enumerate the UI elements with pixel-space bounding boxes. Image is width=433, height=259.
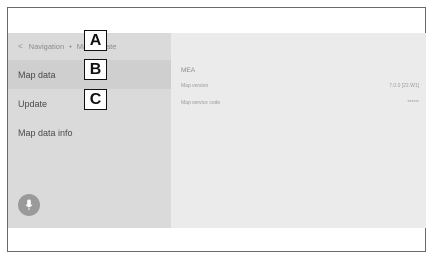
- menu-item-label: Map data info: [18, 127, 73, 138]
- detail-label: Map service code: [181, 100, 221, 106]
- menu-item-map-data-info[interactable]: Map data info: [8, 118, 171, 147]
- detail-value: ******: [407, 100, 419, 106]
- voice-button[interactable]: [18, 194, 40, 216]
- breadcrumb-parent[interactable]: Navigation: [29, 42, 64, 51]
- detail-row-map-version: Map version 7.0.0 [22.W1]: [181, 80, 419, 92]
- detail-label: Map version: [181, 83, 209, 89]
- section-title: MEA: [181, 67, 196, 74]
- detail-panel: MEA Map version 7.0.0 [22.W1] Map servic…: [171, 33, 426, 228]
- breadcrumb-separator: •: [69, 42, 72, 51]
- callout-label-c: C: [84, 89, 107, 110]
- back-icon[interactable]: <: [18, 42, 23, 51]
- infotainment-screen: < Navigation • Map update Map data Updat…: [8, 33, 426, 228]
- menu-item-label: Map data: [18, 69, 56, 80]
- microphone-icon: [25, 199, 33, 210]
- detail-row-map-service-code: Map service code ******: [181, 97, 419, 109]
- callout-label-b: B: [84, 59, 107, 80]
- detail-value: 7.0.0 [22.W1]: [389, 83, 419, 89]
- callout-label-a: A: [84, 30, 107, 51]
- menu-item-label: Update: [18, 98, 48, 109]
